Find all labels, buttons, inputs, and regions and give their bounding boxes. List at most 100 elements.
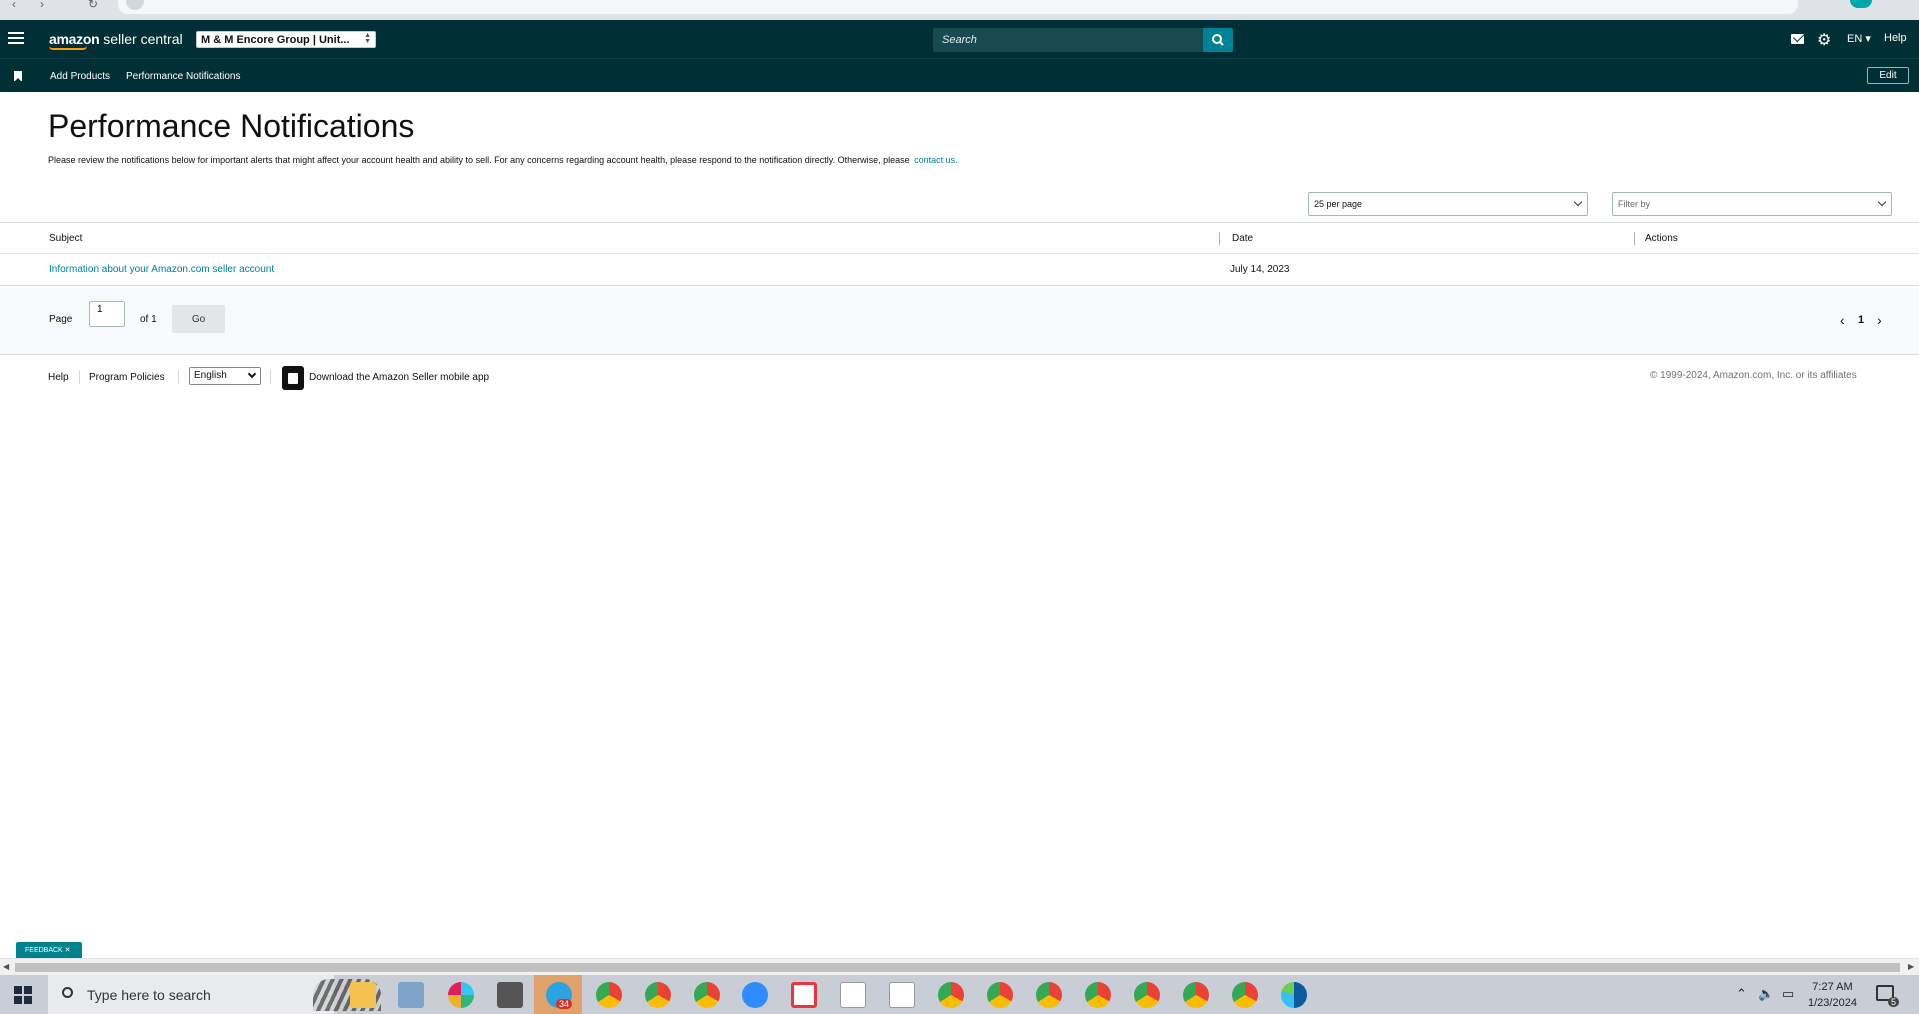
forward-icon[interactable]: › — [40, 0, 44, 10]
chevron-down-icon — [247, 369, 257, 379]
chart-app-icon[interactable] — [889, 982, 915, 1008]
gear-icon[interactable]: ⚙ — [1817, 30, 1831, 50]
bookmark-add-products[interactable]: Add Products — [50, 71, 110, 82]
speaker-icon[interactable]: 🔈 — [1758, 986, 1774, 1002]
notifications-table: Subject Date Actions Information about y… — [0, 222, 1919, 286]
calculator-icon[interactable] — [497, 982, 523, 1008]
footer-divider — [79, 370, 80, 384]
chart-app-icon[interactable] — [840, 982, 866, 1008]
column-divider[interactable] — [1219, 232, 1220, 245]
footer-divider — [178, 370, 179, 384]
notepad-icon[interactable] — [398, 982, 424, 1008]
chrome-profile-icon[interactable] — [1134, 982, 1160, 1008]
next-page-icon[interactable]: › — [1877, 312, 1882, 328]
chrome-profile-icon[interactable] — [938, 982, 964, 1008]
scroll-right-icon[interactable]: ▶ — [1908, 962, 1914, 971]
chrome-profile-icon[interactable] — [596, 982, 622, 1008]
chrome-profile-icon[interactable] — [1085, 982, 1111, 1008]
go-button[interactable]: Go — [172, 305, 225, 333]
taskbar-search-placeholder: Type here to search — [87, 987, 211, 1003]
seller-central-logo[interactable]: amazon seller central — [49, 31, 183, 50]
notification-count-badge: 5 — [1888, 997, 1900, 1007]
program-policies-link[interactable]: Program Policies — [89, 372, 165, 383]
clock-date: 1/23/2024 — [1808, 997, 1857, 1009]
search-icon — [62, 987, 73, 998]
logo-smile-icon — [49, 46, 87, 50]
column-divider[interactable] — [1634, 232, 1635, 245]
reader-app-icon[interactable] — [791, 982, 817, 1008]
menu-icon[interactable] — [8, 32, 24, 46]
slack-icon[interactable] — [448, 982, 474, 1008]
per-page-select[interactable]: 25 per page — [1308, 192, 1588, 216]
copyright-text: © 1999-2024, Amazon.com, Inc. or its aff… — [1650, 370, 1857, 381]
edge-icon[interactable] — [1281, 982, 1307, 1008]
footer-divider — [270, 370, 271, 384]
language-selector[interactable]: EN ▾ — [1847, 32, 1871, 45]
chrome-profile-icon[interactable] — [987, 982, 1013, 1008]
column-subject[interactable]: Subject — [49, 233, 82, 244]
bookmark-bar: Add Products Performance Notifications E… — [0, 58, 1919, 92]
scroll-left-icon[interactable]: ◀ — [3, 962, 9, 971]
edit-bookmarks-button[interactable]: Edit — [1867, 67, 1909, 84]
page-number-input[interactable] — [89, 301, 125, 327]
chevron-up-icon[interactable]: ⌃ — [1736, 986, 1747, 1002]
notification-date: July 14, 2023 — [1230, 264, 1290, 275]
column-actions: Actions — [1645, 233, 1678, 244]
per-page-value: 25 per page — [1314, 199, 1363, 209]
telegram-unread-badge: 34 — [556, 999, 573, 1009]
site-info-icon[interactable] — [126, 0, 144, 10]
bookmark-performance-notifications[interactable]: Performance Notifications — [126, 71, 241, 82]
account-switcher[interactable]: M & M Encore Group | Unit... ▲ ▼ — [196, 31, 376, 48]
windows-taskbar: Type here to search 34 ⌃ 🔈 ▭ 7:27 AM 1/2… — [0, 975, 1919, 1014]
download-app-link[interactable]: Download the Amazon Seller mobile app — [309, 372, 489, 383]
horizontal-scrollbar[interactable]: ◀ ▶ — [0, 958, 1919, 975]
scrollbar-thumb[interactable] — [15, 963, 1900, 972]
chevron-down-icon — [1877, 197, 1887, 207]
address-bar[interactable] — [118, 0, 1798, 14]
page-label: Page — [49, 314, 73, 325]
browser-toolbar: ‹ › ↻ — [0, 0, 1919, 20]
logo-product: seller central — [103, 31, 183, 47]
network-icon[interactable]: ▭ — [1782, 986, 1794, 1002]
table-row: Information about your Amazon.com seller… — [0, 254, 1919, 286]
contact-us-link[interactable]: contact us. — [914, 155, 958, 165]
system-clock[interactable]: 7:27 AM 1/23/2024 — [1808, 979, 1857, 1011]
footer-language-value: English — [194, 370, 227, 381]
seller-app-icon[interactable] — [282, 366, 304, 390]
help-link[interactable]: Help — [1884, 32, 1907, 44]
chevron-down-icon — [1573, 197, 1583, 207]
zoom-icon[interactable] — [742, 982, 768, 1008]
search-input[interactable] — [933, 28, 1205, 52]
bookmark-icon[interactable] — [14, 71, 22, 82]
account-name: M & M Encore Group | Unit... — [201, 34, 350, 46]
chrome-profile-icon[interactable] — [1183, 982, 1209, 1008]
feedback-tab[interactable]: FEEDBACK ✕ — [16, 942, 82, 958]
mail-icon[interactable] — [1791, 34, 1804, 44]
notification-subject-link[interactable]: Information about your Amazon.com seller… — [49, 264, 274, 275]
footer-help-link[interactable]: Help — [48, 372, 69, 383]
search-button[interactable] — [1203, 28, 1233, 52]
filter-placeholder: Filter by — [1618, 199, 1651, 209]
page-description: Please review the notifications below fo… — [48, 155, 958, 165]
chrome-profile-icon[interactable] — [1036, 982, 1062, 1008]
pagination-bar: Page of 1 Go ‹ 1 › — [0, 288, 1919, 355]
chrome-profile-icon[interactable] — [645, 982, 671, 1008]
description-text: Please review the notifications below fo… — [48, 155, 910, 165]
table-header: Subject Date Actions — [0, 222, 1919, 254]
profile-avatar[interactable] — [1850, 0, 1872, 8]
current-page-number[interactable]: 1 — [1858, 314, 1864, 326]
taskbar-search[interactable]: Type here to search — [48, 975, 381, 1014]
reload-icon[interactable]: ↻ — [88, 0, 98, 10]
screen: ‹ › ↻ amazon seller central M & M Encore… — [0, 0, 1919, 1014]
back-icon[interactable]: ‹ — [12, 0, 16, 10]
clock-time: 7:27 AM — [1812, 981, 1853, 993]
previous-page-icon[interactable]: ‹ — [1840, 312, 1845, 328]
chrome-icon[interactable] — [1232, 982, 1258, 1008]
page-total-label: of 1 — [140, 314, 157, 325]
filter-select[interactable]: Filter by — [1612, 192, 1892, 216]
column-date[interactable]: Date — [1232, 233, 1253, 244]
chrome-profile-icon[interactable] — [694, 982, 720, 1008]
file-explorer-icon[interactable] — [350, 982, 376, 1008]
windows-start-icon[interactable] — [14, 986, 32, 1004]
footer-language-select[interactable]: English — [189, 367, 261, 385]
